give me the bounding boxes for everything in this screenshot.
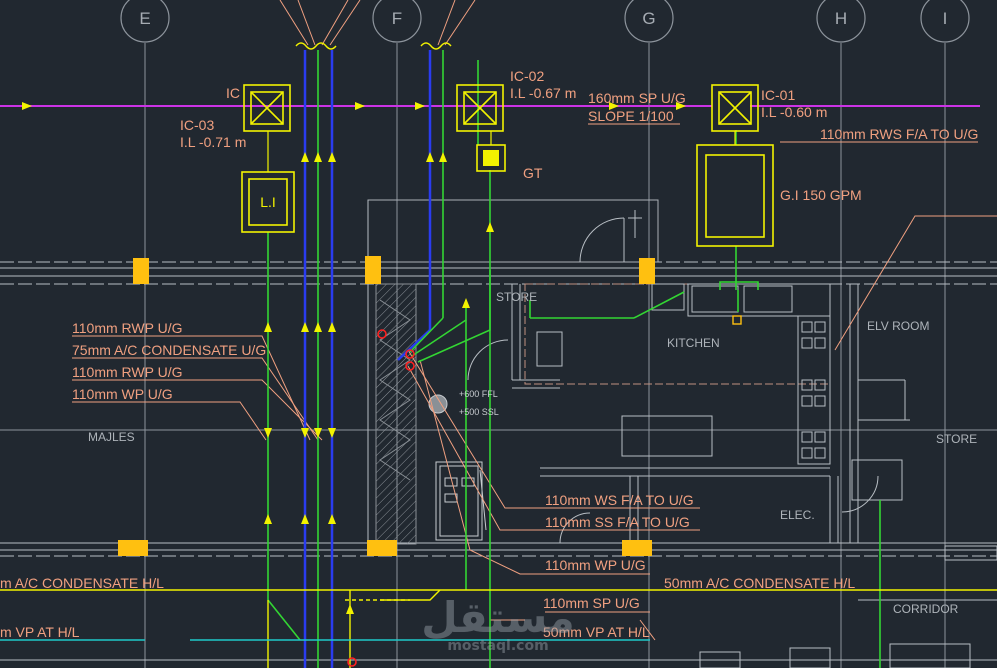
label-ic-03-level: I.L -0.71 m	[180, 134, 246, 150]
label-ws: 110mm WS F/A TO U/G	[545, 492, 694, 508]
room-elec: ELEC.	[780, 508, 815, 522]
level-ffl: +600 FFL	[459, 389, 498, 399]
grid-bubble-e: E	[120, 0, 170, 43]
label-ss: 110mm SS F/A TO U/G	[545, 514, 690, 530]
label-vp-left: m VP AT H/L	[0, 624, 80, 640]
grid-label-e: E	[139, 9, 150, 28]
gi-chamber	[696, 144, 774, 247]
label-slope: SLOPE 1/100	[588, 108, 674, 124]
room-kitchen: KITCHEN	[667, 336, 720, 350]
label-wp: 110mm WP U/G	[72, 386, 173, 402]
label-ic-01: IC-01	[761, 87, 795, 103]
grid-label-g: G	[642, 9, 655, 28]
label-rwp2: 110mm RWP U/G	[72, 364, 182, 380]
ic-03-chamber	[243, 84, 291, 132]
room-corridor: CORRIDOR	[893, 602, 959, 616]
label-ac50-right: 50mm A/C CONDENSATE H/L	[664, 575, 855, 591]
grid-bubble-g: G	[624, 0, 674, 43]
grid-bubble-f: F	[372, 0, 422, 43]
room-store-2: STORE	[936, 432, 977, 446]
label-li: L.I	[260, 194, 276, 210]
plumbing-drawing: E F G H I IC IC-03 I.L -0.71 m IC-02 I.L…	[0, 0, 997, 668]
room-store-1: STORE	[496, 290, 537, 304]
ic-01-chamber	[711, 84, 759, 132]
label-ic-01-level: I.L -0.60 m	[761, 104, 827, 120]
label-gi: G.I 150 GPM	[780, 187, 862, 203]
label-ic: IC	[226, 85, 240, 101]
room-elv: ELV ROOM	[867, 319, 929, 333]
chamber-links	[267, 131, 736, 172]
grid-bubble-i: I	[920, 0, 970, 43]
ic-02-chamber	[456, 84, 504, 132]
label-ic-02-level: I.L -0.67 m	[510, 85, 576, 101]
grid-label-f: F	[392, 9, 402, 28]
label-ac50-left: m A/C CONDENSATE H/L	[0, 575, 164, 591]
grid-label-h: H	[835, 9, 847, 28]
label-ic-03: IC-03	[180, 117, 214, 133]
label-ac75: 75mm A/C CONDENSATE U/G	[72, 342, 266, 358]
grid-bubble-h: H	[816, 0, 866, 43]
label-gt: GT	[523, 165, 543, 181]
label-ic-02: IC-02	[510, 68, 544, 84]
watermark-latin: mostaql.com	[447, 638, 548, 654]
grid-label-i: I	[943, 9, 948, 28]
label-rws: 110mm RWS F/A TO U/G	[820, 126, 978, 142]
label-wp2: 110mm WP U/G	[545, 557, 646, 573]
label-sp-main: 160mm SP U/G	[588, 90, 686, 106]
label-rwp1: 110mm RWP U/G	[72, 320, 182, 336]
pipe-ends-top	[295, 42, 452, 50]
gt-chamber	[476, 144, 506, 172]
level-ssl: +500 SSL	[459, 407, 499, 417]
water-heater	[435, 461, 487, 541]
watermark: مستقل mostaql.com	[421, 593, 575, 654]
room-majles: MAJLES	[88, 430, 135, 444]
watermark-arabic: مستقل	[421, 593, 575, 642]
